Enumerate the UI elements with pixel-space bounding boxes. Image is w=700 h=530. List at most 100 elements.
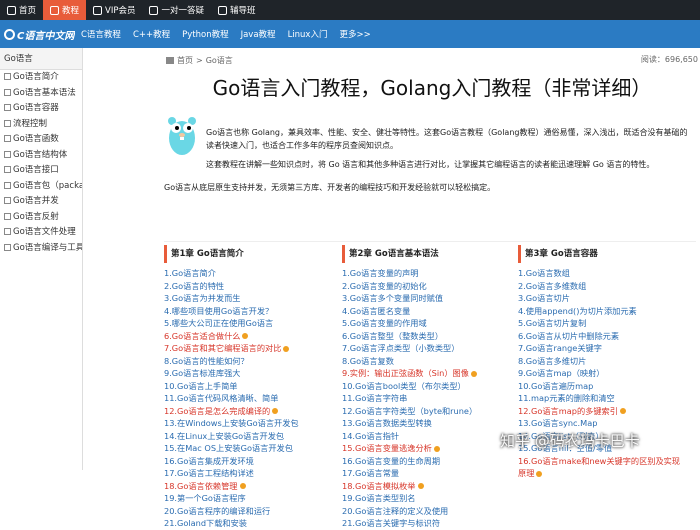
tutorial-link[interactable]: 13.Go语言数据类型转换 bbox=[342, 417, 514, 430]
site-logo[interactable]: C语言中文网 bbox=[0, 20, 75, 48]
tutorial-link[interactable]: 10.Go语言bool类型（布尔类型） bbox=[342, 380, 514, 393]
vip-coin-icon bbox=[239, 483, 246, 489]
tutorial-link[interactable]: 11.Go语言代码风格清晰、简单 bbox=[164, 392, 336, 405]
sidebar-item[interactable]: Go语言容器 bbox=[0, 101, 82, 117]
intro-paragraph-3: Go语言从底层原生支持并发，无须第三方库、开发者的编程技巧和开发经验就可以轻松搞… bbox=[164, 183, 496, 192]
sidebar-item[interactable]: 流程控制 bbox=[0, 117, 82, 133]
sidebar-item[interactable]: Go语言接口 bbox=[0, 163, 82, 179]
breadcrumb-home[interactable]: 首页 bbox=[177, 55, 193, 66]
tutorial-link[interactable]: 2.Go语言多维数组 bbox=[518, 280, 698, 293]
tutorial-link[interactable]: 1.Go语言数组 bbox=[518, 267, 698, 280]
tutorial-link[interactable]: 7.Go语言浮点类型（小数类型） bbox=[342, 342, 514, 355]
tutorial-link[interactable]: 2.Go语言的特性 bbox=[164, 280, 336, 293]
tutorial-link[interactable]: 8.Go语言的性能如何？ bbox=[164, 355, 336, 368]
tutorial-link[interactable]: 9.实例：输出正弦函数（Sin）图像 bbox=[342, 367, 514, 380]
breadcrumb-current[interactable]: Go语言 bbox=[206, 55, 233, 66]
tutorial-link[interactable]: 15.Go语言变量逃逸分析 bbox=[342, 442, 514, 455]
tutorial-link[interactable]: 2.Go语言变量的初始化 bbox=[342, 280, 514, 293]
top-item-label: 教程 bbox=[62, 6, 80, 16]
crown-icon bbox=[93, 5, 103, 15]
tutorial-link[interactable]: 6.Go语言整型（整数类型） bbox=[342, 330, 514, 343]
tutorial-link[interactable]: 20.Go语言程序的编译和运行 bbox=[164, 505, 336, 518]
nav-item-linux[interactable]: Linux入门 bbox=[282, 28, 334, 40]
tutorial-link[interactable]: 13.Go语言sync.Map bbox=[518, 417, 698, 430]
vip-coin-icon bbox=[433, 445, 440, 452]
nav-item-python[interactable]: Python教程 bbox=[176, 28, 234, 40]
nav-item-java[interactable]: Java教程 bbox=[235, 28, 282, 40]
tutorial-link[interactable]: 3.Go语言为并发而生 bbox=[164, 292, 336, 305]
sidebar-item[interactable]: Go语言并发 bbox=[0, 194, 82, 210]
tutorial-link[interactable]: 17.Go语言工程结构详述 bbox=[164, 467, 336, 480]
sidebar-item[interactable]: Go语言反射 bbox=[0, 210, 82, 226]
sidebar-item[interactable]: Go语言编译与工具 bbox=[0, 241, 82, 257]
top-item-home[interactable]: 首页 bbox=[0, 0, 43, 20]
nav-item-more[interactable]: 更多>> bbox=[333, 28, 376, 40]
tutorial-link[interactable]: 4.哪些项目使用Go语言开发？ bbox=[164, 305, 336, 318]
tutorial-link[interactable]: 8.Go语言多维切片 bbox=[518, 355, 698, 368]
tutorial-link[interactable]: 21.Goland下载和安装 bbox=[164, 517, 336, 530]
tutorial-link[interactable]: 5.哪些大公司正在使用Go语言 bbox=[164, 317, 336, 330]
chapter-title: 第1章 Go语言简介 bbox=[164, 245, 336, 263]
tutorial-link[interactable]: 1.Go语言变量的声明 bbox=[342, 267, 514, 280]
tutorial-link[interactable]: 6.Go语言适合做什么 bbox=[164, 330, 336, 343]
tutorial-link[interactable]: 12.Go语言是怎么完成编译的 bbox=[164, 405, 336, 418]
tutorial-link[interactable]: 7.Go语言range关键字 bbox=[518, 342, 698, 355]
tutorial-link[interactable]: 16.Go语言变量的生命周期 bbox=[342, 455, 514, 468]
tutorial-link[interactable]: 14.Go语言指针 bbox=[342, 430, 514, 443]
tutorial-link[interactable]: 17.Go语言常量 bbox=[342, 467, 514, 480]
vip-coin-icon bbox=[536, 470, 543, 477]
tutorial-link[interactable]: 7.Go语言和其它编程语言的对比 bbox=[164, 342, 336, 355]
nav-item-c[interactable]: C语言教程 bbox=[75, 28, 127, 40]
tutorial-link[interactable]: 20.Go语言注释的定义及使用 bbox=[342, 505, 514, 518]
tutorial-link[interactable]: 4.使用append()为切片添加元素 bbox=[518, 305, 698, 318]
sidebar-item[interactable]: Go语言简介 bbox=[0, 70, 82, 86]
top-item-label: 一对一答疑 bbox=[161, 6, 204, 16]
sidebar-item[interactable]: Go语言函数 bbox=[0, 132, 82, 148]
tutorial-link[interactable]: 12.Go语言map的多键索引 bbox=[518, 405, 698, 418]
sidebar-item[interactable]: Go语言基本语法 bbox=[0, 86, 82, 102]
tutorial-link[interactable]: 13.在Windows上安装Go语言开发包 bbox=[164, 417, 336, 430]
tutorial-link[interactable]: 3.Go语言多个变量同时赋值 bbox=[342, 292, 514, 305]
tutorial-link-label: 10.Go语言上手简单 bbox=[164, 380, 238, 391]
top-item-qa[interactable]: 一对一答疑 bbox=[142, 0, 211, 20]
tutorial-link[interactable]: 18.Go语言模拟枚举 bbox=[342, 480, 514, 493]
tutorial-link[interactable]: 4.Go语言匿名变量 bbox=[342, 305, 514, 318]
gopher-mascot-image bbox=[168, 117, 196, 155]
sidebar-item[interactable]: Go语言文件处理 bbox=[0, 225, 82, 241]
tutorial-link[interactable]: 16.Go语言集成开发环境 bbox=[164, 455, 336, 468]
sidebar-item[interactable]: Go语言包（package） bbox=[0, 179, 82, 195]
top-item-vip[interactable]: VIP会员 bbox=[86, 0, 142, 20]
tutorial-link[interactable]: 12.Go语言字符类型（byte和rune） bbox=[342, 405, 514, 418]
tutorial-link[interactable]: 15.在Mac OS上安装Go语言开发包 bbox=[164, 442, 336, 455]
tutorial-link-label: 12.Go语言map的多键索引 bbox=[518, 405, 618, 416]
tutorial-link-label: 3.Go语言多个变量同时赋值 bbox=[342, 293, 444, 303]
tutorial-link[interactable]: 3.Go语言切片 bbox=[518, 292, 698, 305]
tutorial-link-label: 1.Go语言简介 bbox=[164, 268, 216, 278]
vip-coin-icon bbox=[283, 345, 290, 352]
main-content: 首页 > Go语言 阅读：696,650 Go语言入门教程，Golang入门教程… bbox=[84, 48, 700, 528]
tutorial-link[interactable]: 21.Go语言关键字与标识符 bbox=[342, 517, 514, 530]
tutorial-link[interactable]: 11.map元素的删除和清空 bbox=[518, 392, 698, 405]
tutorial-link[interactable]: 1.Go语言简介 bbox=[164, 267, 336, 280]
tutorial-link[interactable]: 14.在Linux上安装Go语言开发包 bbox=[164, 430, 336, 443]
nav-item-cpp[interactable]: C++教程 bbox=[127, 28, 176, 40]
tutorial-link[interactable]: 10.Go语言遍历map bbox=[518, 380, 698, 393]
tutorial-link[interactable]: 10.Go语言上手简单 bbox=[164, 380, 336, 393]
tutorial-link[interactable]: 5.Go语言切片复制 bbox=[518, 317, 698, 330]
tutorial-link[interactable]: 19.第一个Go语言程序 bbox=[164, 492, 336, 505]
sidebar-item[interactable]: Go语言结构体 bbox=[0, 148, 82, 164]
tutorial-link[interactable]: 11.Go语言字符串 bbox=[342, 392, 514, 405]
top-item-tutorial[interactable]: 教程 bbox=[43, 0, 87, 20]
tutorial-link[interactable]: 9.Go语言标准库强大 bbox=[164, 367, 336, 380]
tutorial-link[interactable]: 5.Go语言变量的作用域 bbox=[342, 317, 514, 330]
tutorial-link[interactable]: 16.Go语言make和new关键字的区别及实现 bbox=[518, 455, 698, 468]
tutorial-link[interactable]: 原理 bbox=[518, 467, 698, 480]
tutorial-link[interactable]: 18.Go语言依赖管理 bbox=[164, 480, 336, 493]
top-item-class[interactable]: 辅导班 bbox=[211, 0, 263, 20]
sidebar-header: Go语言 bbox=[0, 48, 82, 70]
tutorial-link[interactable]: 8.Go语言复数 bbox=[342, 355, 514, 368]
tutorial-link-label: 6.Go语言从切片中删除元素 bbox=[518, 330, 620, 341]
tutorial-link[interactable]: 6.Go语言从切片中删除元素 bbox=[518, 330, 698, 343]
tutorial-link[interactable]: 9.Go语言map（映射） bbox=[518, 367, 698, 380]
tutorial-link[interactable]: 19.Go语言类型别名 bbox=[342, 492, 514, 505]
